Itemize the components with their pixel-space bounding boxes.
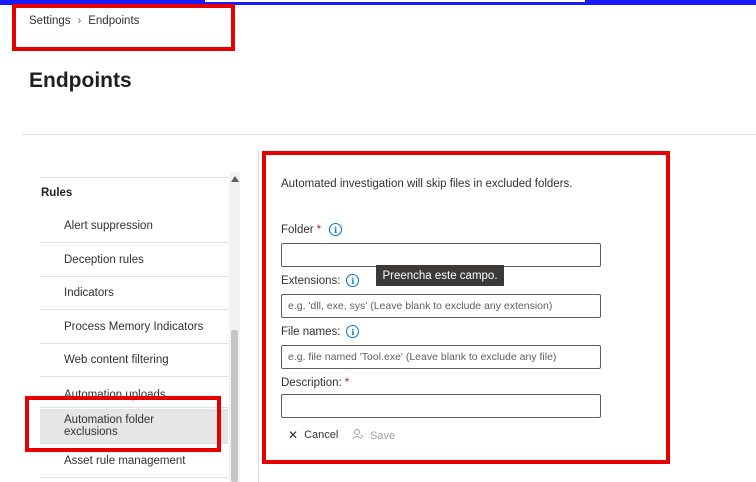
nav-section-rules: Rules: [41, 187, 73, 199]
description-input[interactable]: [281, 394, 601, 418]
info-icon[interactable]: i: [346, 274, 360, 287]
nav-item-indicators[interactable]: Indicators: [40, 277, 228, 310]
scroll-up-arrow-icon[interactable]: [231, 176, 239, 182]
extensions-label: Extensions: i: [281, 274, 360, 287]
nav-scrollbar-thumb[interactable]: [231, 330, 238, 482]
user-save-glyph: [352, 429, 364, 440]
nav-item-alert-suppression[interactable]: Alert suppression: [40, 209, 228, 243]
breadcrumb-highlight: [12, 4, 235, 51]
nav-item-process-memory-indicators[interactable]: Process Memory Indicators: [40, 310, 228, 344]
save-button[interactable]: Save: [352, 428, 395, 443]
nav-item-deception-rules[interactable]: Deception rules: [40, 243, 228, 277]
required-mark: *: [344, 377, 350, 389]
info-icon[interactable]: i: [329, 223, 343, 236]
header-divider: [22, 134, 756, 135]
user-save-icon: [352, 428, 364, 443]
nav-top-divider: [40, 177, 228, 178]
close-icon: ✕: [288, 428, 299, 442]
description-label: Description: *: [281, 377, 350, 389]
top-bar-gap: [205, 0, 585, 2]
folder-input[interactable]: [281, 243, 601, 267]
page-title: Endpoints: [29, 69, 132, 92]
folder-label: Folder * i: [281, 223, 343, 236]
file-names-input[interactable]: [281, 345, 601, 369]
required-mark: *: [316, 223, 322, 236]
form-intro: Automated investigation will skip files …: [281, 178, 573, 190]
nav-selection-highlight: [25, 396, 221, 452]
nav-item-web-content-filtering[interactable]: Web content filtering: [40, 344, 228, 377]
extensions-input[interactable]: [281, 294, 601, 318]
cancel-button[interactable]: ✕ Cancel: [288, 428, 338, 442]
validation-tooltip: Preencha este campo.: [376, 265, 504, 286]
panel-divider: [258, 150, 259, 482]
info-icon[interactable]: i: [346, 325, 360, 338]
file-names-label: File names: i: [281, 325, 360, 338]
